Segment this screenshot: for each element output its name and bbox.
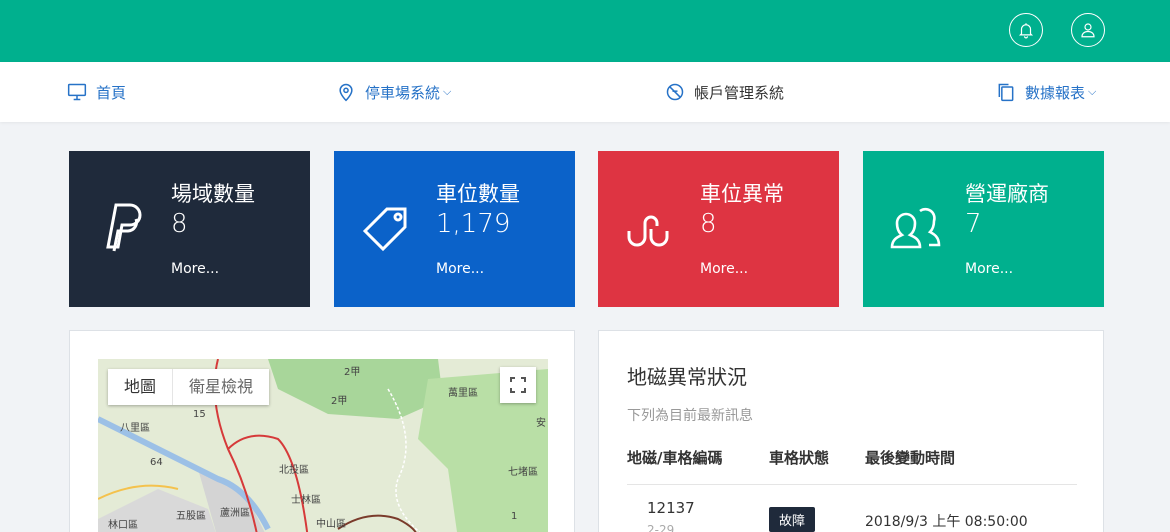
map-label: 64 <box>150 457 163 468</box>
table-cell-time: 2018/9/3 上午 08:50:00 <box>865 514 1028 530</box>
table-cell-sensor-id: 12137 <box>647 499 695 517</box>
stat-card-value: 8 <box>171 209 188 239</box>
stumbleupon-icon <box>627 215 669 247</box>
map-label: 七堵區 <box>508 467 538 478</box>
map-label: 安 <box>536 418 546 429</box>
map-view[interactable]: 八里區 北投區 士林區 五股區 蘆洲區 林口區 中山區 萬里區 七堵區 2甲 2… <box>98 359 548 532</box>
main-navigation: 首頁 停車場系統 ⌵ 帳戶管理系統 數據報表 ⌵ <box>0 62 1170 122</box>
map-label: 八里區 <box>120 423 150 434</box>
stat-card-more-link[interactable]: More... <box>171 261 219 277</box>
map-label: 萬里區 <box>448 388 478 399</box>
bell-icon <box>1018 23 1034 39</box>
tag-icon <box>362 207 407 252</box>
users-icon <box>890 207 941 249</box>
tab-satellite[interactable]: 衛星檢視 <box>172 369 269 405</box>
stat-card-value: 7 <box>965 209 982 239</box>
fullscreen-icon <box>510 377 526 393</box>
stat-card-spaces[interactable]: 車位數量 1,179 More... <box>334 151 575 307</box>
nav-parking-system-label: 停車場系統 <box>365 83 441 102</box>
stat-card-more-link[interactable]: More... <box>965 261 1013 277</box>
nav-home[interactable]: 首頁 <box>67 62 126 122</box>
nav-home-label: 首頁 <box>96 83 127 102</box>
column-header-last-change: 最後變動時間 <box>865 449 956 467</box>
nav-parking-system[interactable]: 停車場系統 ⌵ <box>336 62 451 122</box>
map-label: 五股區 <box>176 511 206 522</box>
table-divider <box>627 484 1077 485</box>
map-label: 15 <box>193 409 206 420</box>
panel-title: 地磁異常狀況 <box>627 365 747 389</box>
column-header-status: 車格狀態 <box>769 449 830 467</box>
nav-account-management[interactable]: 帳戶管理系統 <box>665 62 784 122</box>
stat-card-more-link[interactable]: More... <box>436 261 484 277</box>
stat-card-title: 車位異常 <box>700 182 784 206</box>
sensor-alerts-panel: 地磁異常狀況 下列為目前最新訊息 地磁/車格編碼 車格狀態 最後變動時間 121… <box>598 330 1104 532</box>
stat-card-operators[interactable]: 營運廠商 7 More... <box>863 151 1104 307</box>
map-label: 士林區 <box>291 495 321 506</box>
map-label: 2甲 <box>344 367 361 378</box>
stat-card-more-link[interactable]: More... <box>700 261 748 277</box>
map-label: 2甲 <box>331 396 348 407</box>
stat-card-title: 場域數量 <box>171 182 255 206</box>
nav-data-reports-label: 數據報表 <box>1025 83 1086 102</box>
nav-account-management-label: 帳戶管理系統 <box>694 83 785 102</box>
documents-icon <box>998 83 1014 102</box>
stat-card-anomalies[interactable]: 車位異常 8 More... <box>598 151 839 307</box>
map-label: 北投區 <box>279 465 309 476</box>
chevron-down-icon: ⌵ <box>1088 85 1097 98</box>
chevron-down-icon: ⌵ <box>443 85 452 98</box>
top-bar <box>0 0 1170 62</box>
stat-card-title: 營運廠商 <box>965 182 1049 206</box>
monitor-icon <box>67 83 87 101</box>
paypal-icon <box>106 203 142 252</box>
no-entry-icon <box>666 83 684 101</box>
notification-button[interactable] <box>1009 13 1043 47</box>
column-header-sensor-id: 地磁/車格編碼 <box>627 449 723 467</box>
panel-subtitle: 下列為目前最新訊息 <box>627 408 753 424</box>
stat-card-value: 1,179 <box>436 209 511 239</box>
user-profile-button[interactable] <box>1071 13 1105 47</box>
stat-card-value: 8 <box>700 209 717 239</box>
map-label: 中山區 <box>316 519 346 530</box>
nav-data-reports[interactable]: 數據報表 ⌵ <box>996 62 1096 122</box>
stat-card-sites[interactable]: 場域數量 8 More... <box>69 151 310 307</box>
map-type-tabs: 地圖 衛星檢視 <box>108 369 270 405</box>
table-cell-space-id: 2-29 <box>647 523 675 532</box>
tab-map[interactable]: 地圖 <box>108 369 172 405</box>
location-pin-icon <box>339 83 353 102</box>
user-icon <box>1081 23 1095 38</box>
map-panel: 八里區 北投區 士林區 五股區 蘆洲區 林口區 中山區 萬里區 七堵區 2甲 2… <box>69 330 575 532</box>
map-label: 蘆洲區 <box>220 508 250 519</box>
map-label: 1 <box>511 511 518 522</box>
status-badge: 故障 <box>769 507 816 532</box>
stat-card-title: 車位數量 <box>436 182 520 206</box>
map-label: 林口區 <box>108 520 138 531</box>
fullscreen-button[interactable] <box>500 367 536 403</box>
